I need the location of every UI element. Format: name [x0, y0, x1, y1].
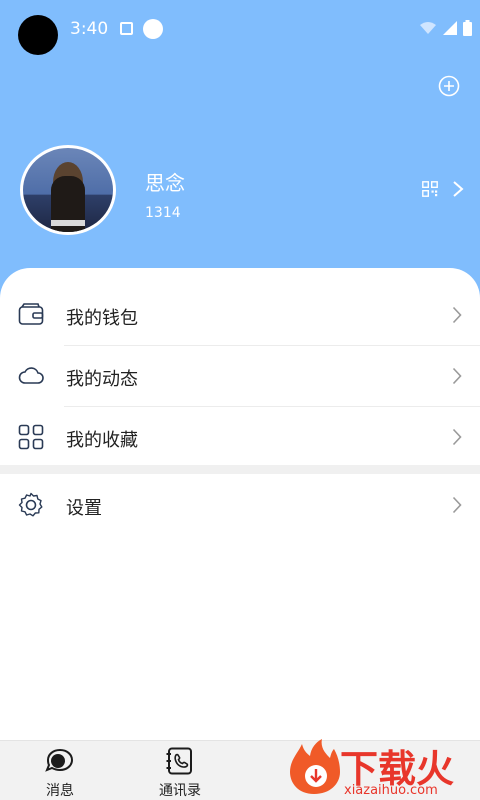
- signal-icon: [443, 21, 457, 35]
- chevron-right-icon: [452, 306, 462, 324]
- section-separator: [0, 465, 480, 474]
- chevron-right-icon: [452, 496, 462, 514]
- avatar-figure: [51, 176, 85, 232]
- status-time: 3:40: [70, 19, 109, 39]
- watermark-url: xiazaihuo.com: [344, 783, 438, 798]
- tab-messages[interactable]: 消息: [15, 741, 105, 800]
- tab-contacts[interactable]: 通讯录: [135, 741, 225, 800]
- notification-a-icon: [120, 22, 133, 35]
- camera-cutout: [18, 15, 58, 55]
- tab-label: 通讯录: [159, 783, 201, 799]
- tab-label: 消息: [46, 783, 74, 799]
- wallet-icon: [18, 303, 44, 325]
- notification-app-icon: [143, 19, 163, 39]
- menu-item-label: 设置: [66, 498, 102, 519]
- cloud-icon: [18, 367, 44, 384]
- avatar[interactable]: [20, 145, 116, 235]
- menu-item-favorites[interactable]: 我的收藏: [0, 406, 480, 468]
- menu-item-moments[interactable]: 我的动态: [0, 345, 480, 407]
- menu-item-label: 我的收藏: [66, 430, 138, 451]
- menu-item-wallet[interactable]: 我的钱包: [0, 284, 480, 346]
- watermark-logo: 下载火 xiazaihuo.com: [280, 736, 480, 800]
- menu-item-settings[interactable]: 设置: [0, 474, 480, 536]
- chat-bubble-icon: [45, 748, 74, 772]
- contacts-book-icon: [166, 747, 192, 775]
- chevron-right-icon: [452, 428, 462, 446]
- profile-name: 思念: [145, 171, 185, 195]
- menu-item-label: 我的动态: [66, 369, 138, 390]
- flame-download-icon: [290, 739, 340, 794]
- battery-icon: [463, 20, 472, 36]
- menu-item-label: 我的钱包: [66, 308, 138, 329]
- profile-chevron-right-icon[interactable]: [452, 180, 464, 198]
- wifi-icon: [420, 22, 436, 34]
- qr-code-icon[interactable]: [422, 181, 438, 197]
- status-indicators: [419, 20, 472, 36]
- chevron-right-icon: [452, 367, 462, 385]
- profile-id: 1314: [145, 205, 181, 221]
- status-bar: 3:40: [0, 0, 480, 58]
- add-circle-icon[interactable]: [438, 75, 460, 97]
- avatar-stripe: [51, 220, 85, 226]
- gear-icon: [18, 492, 43, 517]
- favorites-grid-icon: [18, 424, 44, 450]
